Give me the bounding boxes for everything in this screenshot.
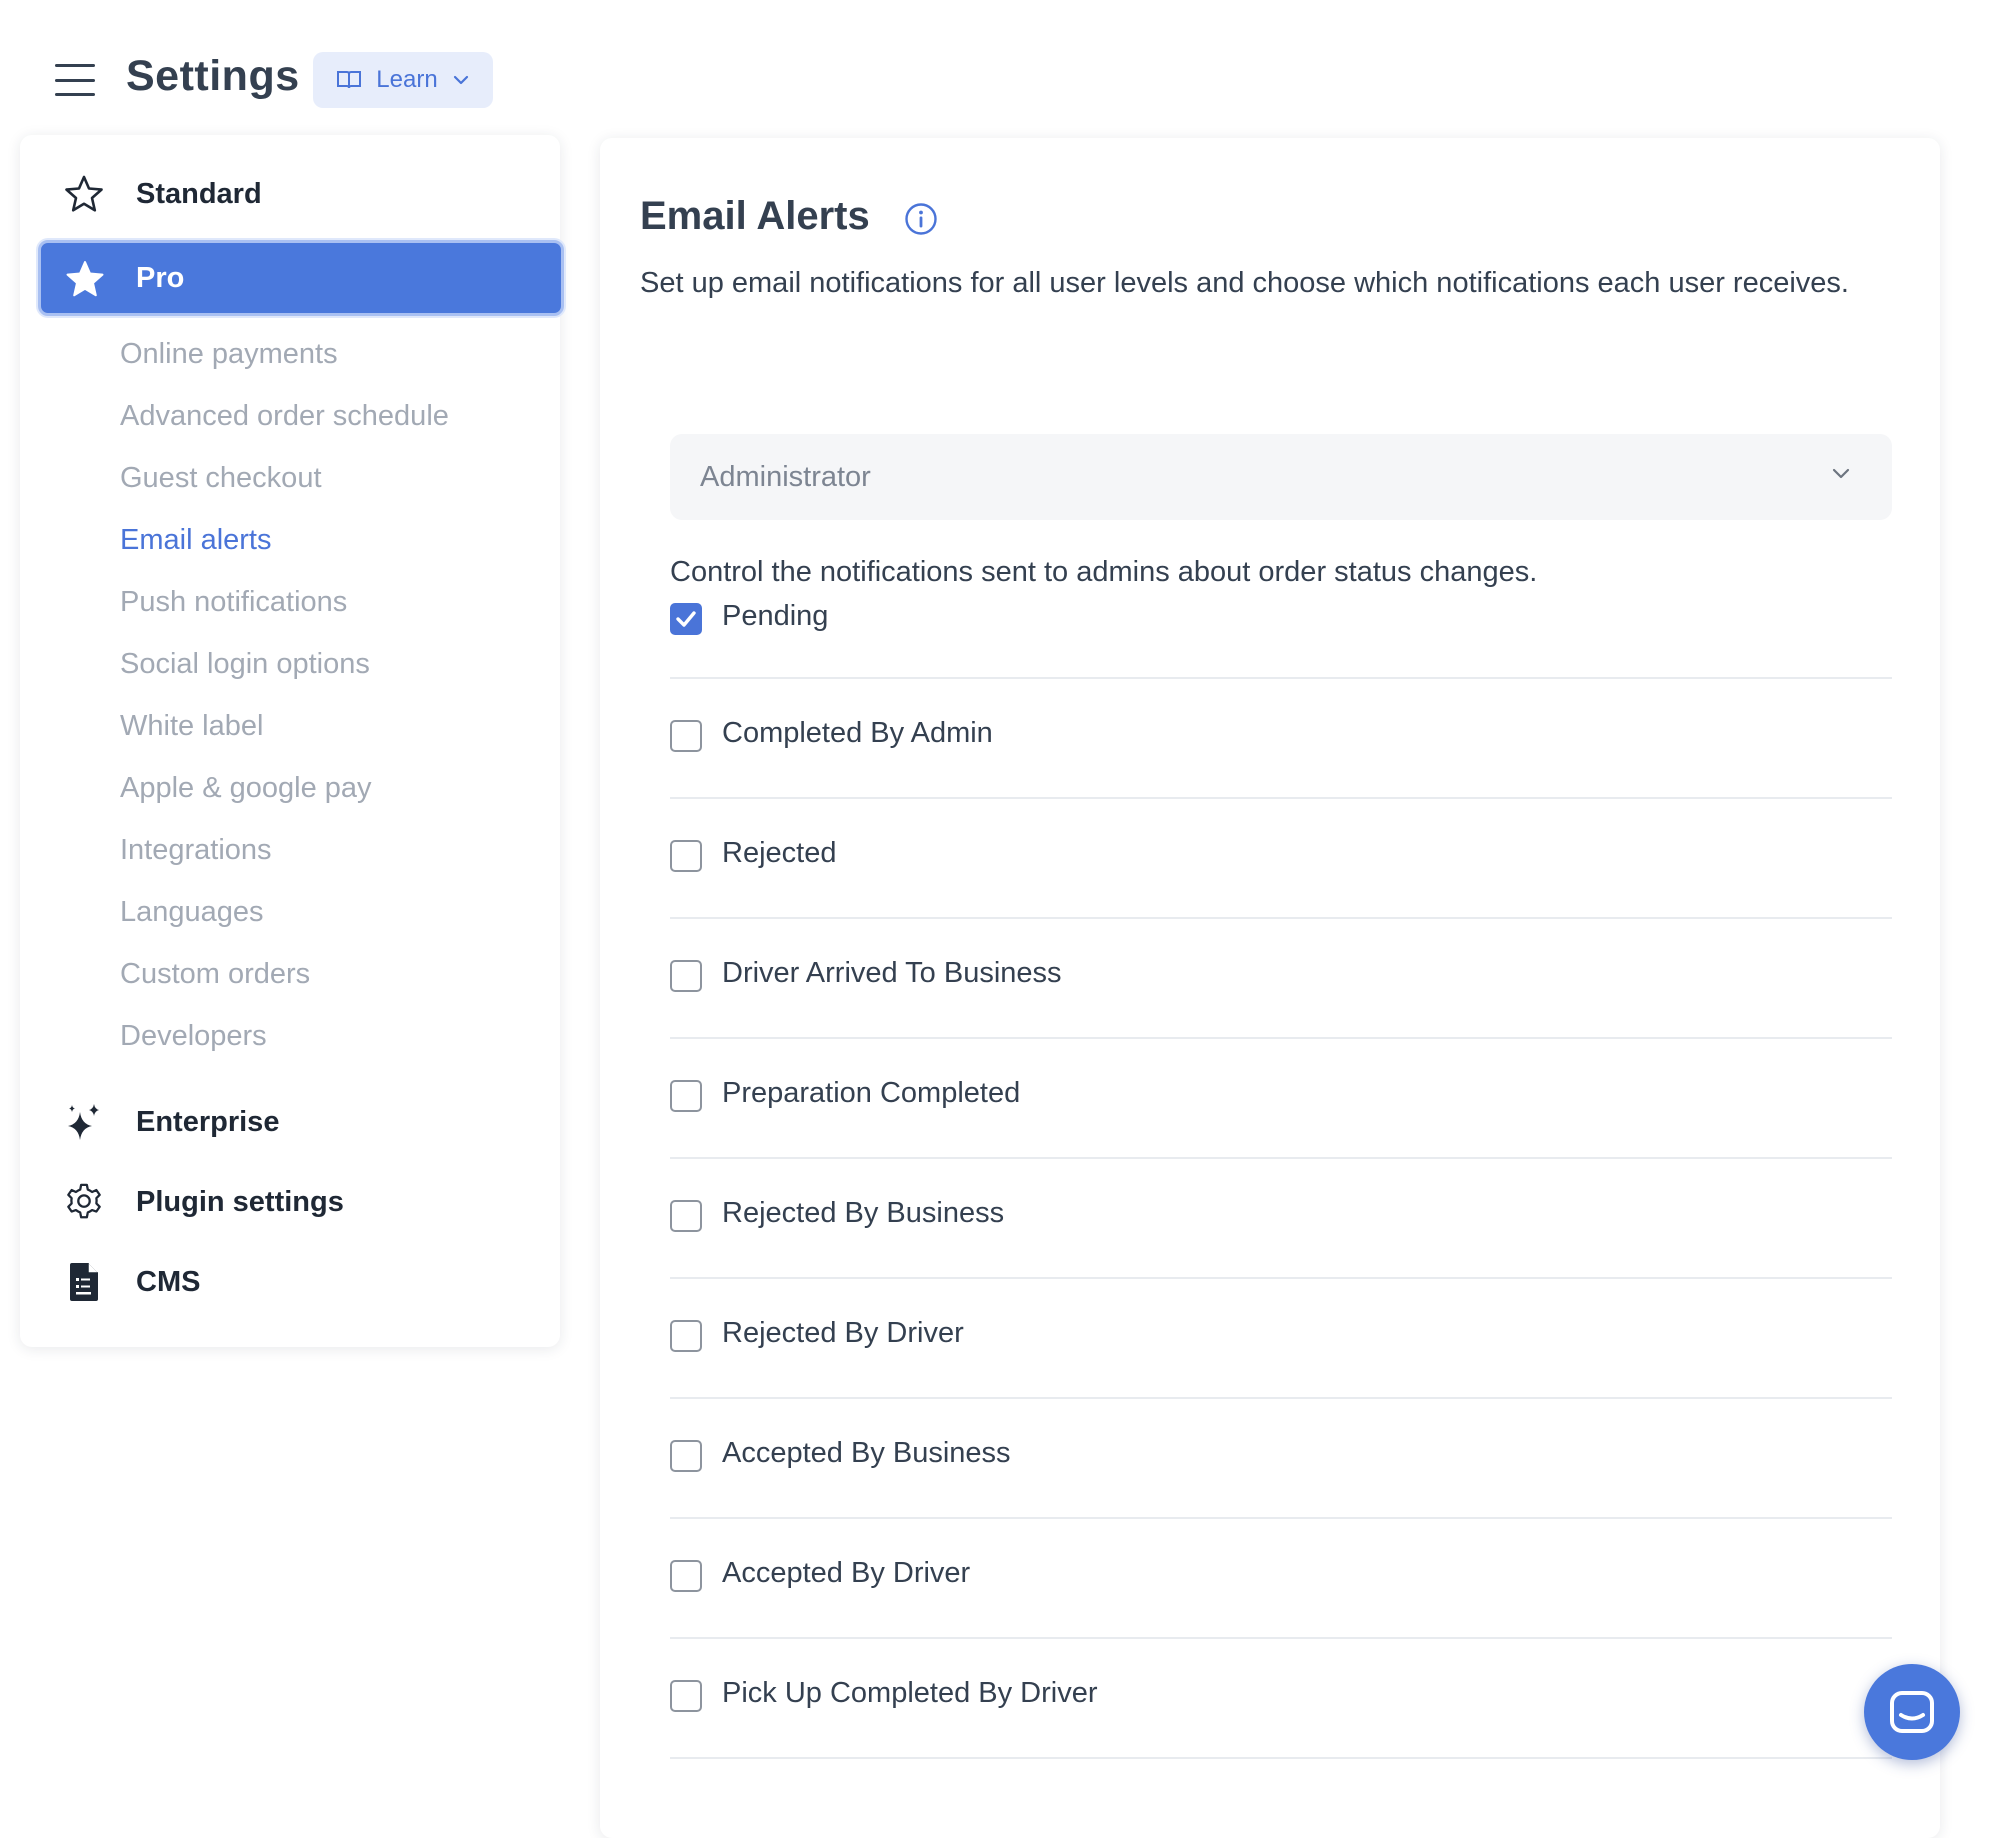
sidebar-item-label: Plugin settings	[136, 1185, 344, 1218]
gear-icon	[64, 1182, 104, 1222]
email-alerts-panel: Email Alerts Set up email notifications …	[600, 138, 1940, 1838]
status-label: Rejected	[722, 837, 837, 869]
sidebar-item-cms[interactable]: CMS	[20, 1247, 560, 1317]
document-icon	[64, 1262, 104, 1302]
status-row: Rejected By Business	[670, 1159, 1892, 1279]
sidebar-item-label: CMS	[136, 1265, 201, 1298]
chat-button[interactable]	[1864, 1664, 1960, 1760]
hamburger-icon[interactable]	[55, 64, 95, 96]
status-row: Completed By Admin	[670, 679, 1892, 799]
sidebar-item-plugin-settings[interactable]: Plugin settings	[20, 1167, 560, 1237]
status-row: Pick Up Completed By Driver	[670, 1639, 1892, 1759]
status-checkbox[interactable]	[670, 1440, 702, 1472]
book-icon	[337, 71, 362, 89]
settings-sidebar: Standard Pro Online payments Advanced or…	[20, 135, 564, 1347]
checkmark-icon	[676, 611, 696, 627]
chevron-down-icon	[453, 75, 468, 85]
page-title: Settings	[126, 52, 300, 100]
panel-description: Set up email notifications for all user …	[640, 267, 1849, 299]
panel-title: Email Alerts	[640, 194, 870, 238]
sidebar-subitem-custom-orders[interactable]: Custom orders	[120, 949, 540, 999]
sidebar-subitem-guest-checkout[interactable]: Guest checkout	[120, 453, 540, 503]
learn-button-label: Learn	[376, 66, 438, 93]
status-checkbox[interactable]	[670, 840, 702, 872]
status-label: Pending	[722, 600, 829, 632]
status-row: Accepted By Driver	[670, 1519, 1892, 1639]
sidebar-item-pro[interactable]: Pro	[38, 240, 564, 316]
status-label: Pick Up Completed By Driver	[722, 1677, 1098, 1709]
top-header: Settings Learn	[0, 0, 2000, 130]
sidebar-item-enterprise[interactable]: Enterprise	[20, 1087, 560, 1157]
status-row: Rejected	[670, 799, 1892, 919]
sidebar-item-label: Enterprise	[136, 1105, 280, 1138]
status-checkbox[interactable]	[670, 603, 702, 635]
sidebar-subitem-white-label[interactable]: White label	[120, 701, 540, 751]
sidebar-subitem-integrations[interactable]: Integrations	[120, 825, 540, 875]
user-role-select-value: Administrator	[700, 460, 871, 493]
chevron-down-icon	[1832, 468, 1850, 479]
status-label: Rejected By Business	[722, 1197, 1005, 1229]
status-row: Rejected By Driver	[670, 1279, 1892, 1399]
star-filled-icon	[65, 259, 105, 299]
user-role-select[interactable]: Administrator	[670, 434, 1892, 520]
learn-button[interactable]: Learn	[313, 52, 493, 108]
sidebar-item-label: Standard	[136, 177, 262, 210]
status-row: Preparation Completed	[670, 1039, 1892, 1159]
status-checkbox[interactable]	[670, 1560, 702, 1592]
status-checkbox[interactable]	[670, 1080, 702, 1112]
info-icon[interactable]	[904, 202, 938, 236]
status-row: Pending	[670, 600, 1892, 679]
sidebar-subitem-apple-google-pay[interactable]: Apple & google pay	[120, 763, 540, 813]
status-label: Rejected By Driver	[722, 1317, 964, 1349]
sidebar-item-label: Pro	[136, 261, 185, 294]
status-checkbox[interactable]	[670, 1320, 702, 1352]
status-checkbox[interactable]	[670, 1200, 702, 1232]
status-checkbox[interactable]	[670, 960, 702, 992]
chat-icon	[1890, 1691, 1934, 1733]
sparkles-icon	[64, 1102, 104, 1142]
status-label: Accepted By Business	[722, 1437, 1011, 1469]
status-label: Completed By Admin	[722, 717, 993, 749]
status-row: Driver Arrived To Business	[670, 919, 1892, 1039]
sidebar-subitem-push-notifications[interactable]: Push notifications	[120, 577, 540, 627]
sidebar-subitem-email-alerts[interactable]: Email alerts	[120, 515, 540, 565]
sidebar-subitem-online-payments[interactable]: Online payments	[120, 329, 540, 379]
control-description: Control the notifications sent to admins…	[670, 556, 1538, 588]
sidebar-item-standard[interactable]: Standard	[20, 159, 560, 229]
status-row: Accepted By Business	[670, 1399, 1892, 1519]
status-checkbox[interactable]	[670, 1680, 702, 1712]
status-label: Driver Arrived To Business	[722, 957, 1062, 989]
star-outline-icon	[64, 174, 104, 214]
status-label: Accepted By Driver	[722, 1557, 971, 1589]
sidebar-subitem-developers[interactable]: Developers	[120, 1011, 540, 1061]
sidebar-subitem-advanced-order-schedule[interactable]: Advanced order schedule	[120, 391, 540, 441]
status-checkbox[interactable]	[670, 720, 702, 752]
status-label: Preparation Completed	[722, 1077, 1021, 1109]
sidebar-subitem-social-login-options[interactable]: Social login options	[120, 639, 540, 689]
sidebar-subitem-languages[interactable]: Languages	[120, 887, 540, 937]
